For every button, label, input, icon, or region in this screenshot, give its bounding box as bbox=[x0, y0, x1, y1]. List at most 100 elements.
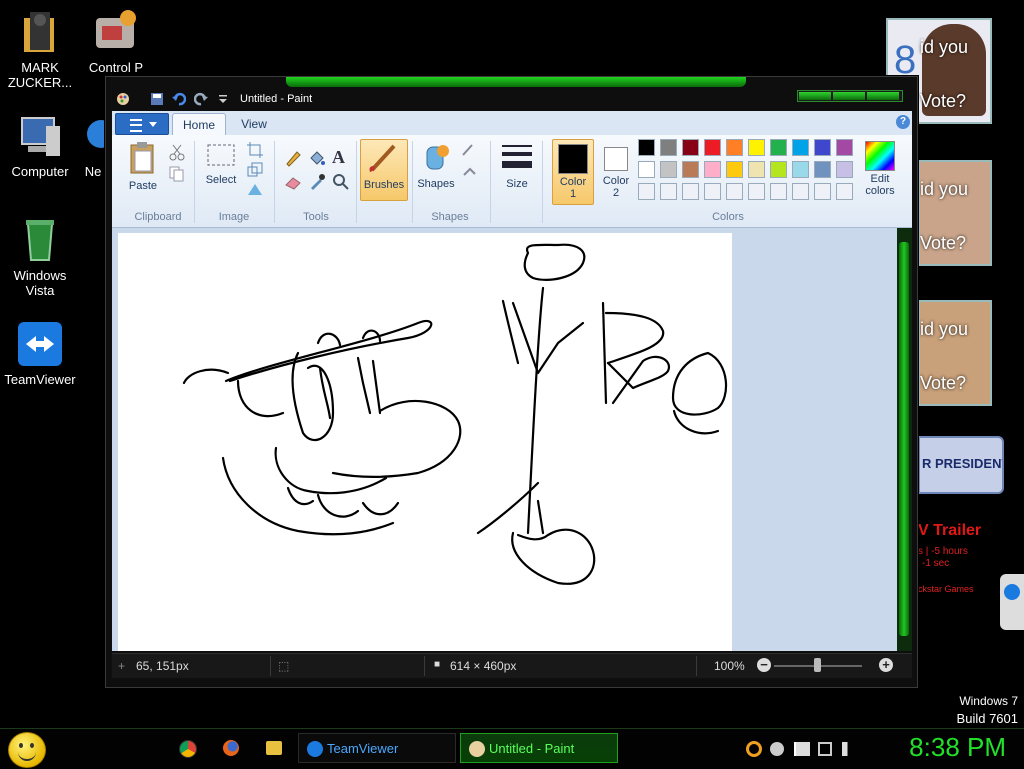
desktop-icon-network[interactable]: Ne bbox=[78, 112, 115, 179]
palette-swatch[interactable] bbox=[726, 139, 743, 156]
messenger-icon[interactable] bbox=[770, 742, 784, 756]
palette-swatch[interactable] bbox=[792, 139, 809, 156]
palette-swatch[interactable] bbox=[836, 139, 853, 156]
text-icon[interactable]: A bbox=[332, 147, 350, 167]
zoom-out-button[interactable]: − bbox=[757, 658, 771, 672]
desktop-icon-teamviewer[interactable]: TeamViewer bbox=[0, 320, 80, 387]
title-bar[interactable]: Untitled - Paint bbox=[106, 87, 917, 111]
palette-swatch-empty[interactable] bbox=[682, 183, 699, 200]
help-icon[interactable]: ? bbox=[896, 115, 910, 129]
palette-swatch-empty[interactable] bbox=[748, 183, 765, 200]
flag-icon[interactable] bbox=[794, 742, 810, 756]
desktop-icon-recycle-bin[interactable]: Windows Vista bbox=[0, 216, 80, 298]
palette-swatch[interactable] bbox=[660, 139, 677, 156]
palette-swatch-empty[interactable] bbox=[770, 183, 787, 200]
pencil-icon[interactable] bbox=[284, 149, 302, 167]
palette-swatch[interactable] bbox=[682, 139, 699, 156]
palette-swatch[interactable] bbox=[770, 161, 787, 178]
taskbar-item-paint[interactable]: Untitled - Paint bbox=[460, 733, 618, 763]
palette-swatch[interactable] bbox=[638, 139, 655, 156]
file-menu-button[interactable] bbox=[115, 113, 169, 135]
palette-swatch[interactable] bbox=[770, 139, 787, 156]
palette-swatch[interactable] bbox=[638, 161, 655, 178]
magnifier-icon[interactable] bbox=[332, 173, 350, 191]
color1-button[interactable]: Color 1 bbox=[552, 139, 594, 205]
resize-icon[interactable] bbox=[246, 161, 264, 179]
size-button[interactable]: Size bbox=[498, 141, 536, 201]
palette-swatch[interactable] bbox=[704, 161, 721, 178]
tab-home[interactable]: Home bbox=[172, 113, 226, 136]
scrollbar-thumb[interactable] bbox=[899, 242, 909, 636]
palette-swatch-empty[interactable] bbox=[836, 183, 853, 200]
shapes-button[interactable]: Shapes bbox=[416, 141, 456, 201]
start-button[interactable] bbox=[8, 732, 46, 768]
palette-swatch[interactable] bbox=[682, 161, 699, 178]
palette-swatch-empty[interactable] bbox=[726, 183, 743, 200]
firefox-icon[interactable] bbox=[223, 740, 239, 756]
palette-swatch[interactable] bbox=[660, 161, 677, 178]
select-button[interactable]: Select bbox=[200, 141, 242, 203]
search-icon[interactable] bbox=[746, 741, 762, 757]
redo-icon[interactable] bbox=[194, 92, 208, 106]
outline-icon[interactable] bbox=[460, 141, 478, 159]
color2-button[interactable]: Color 2 bbox=[596, 139, 636, 203]
palette-swatch-empty[interactable] bbox=[704, 183, 721, 200]
desktop-icon-computer[interactable]: Computer bbox=[0, 112, 80, 179]
palette-swatch[interactable] bbox=[814, 139, 831, 156]
recycle-bin-icon bbox=[16, 216, 64, 264]
fill-shape-icon[interactable] bbox=[460, 165, 478, 183]
color-picker-icon[interactable] bbox=[308, 173, 326, 191]
explorer-folder-icon[interactable] bbox=[266, 741, 282, 755]
teamviewer-icon bbox=[16, 320, 64, 368]
palette-swatch[interactable] bbox=[704, 139, 721, 156]
eraser-icon[interactable] bbox=[284, 173, 302, 191]
palette-swatch-empty[interactable] bbox=[814, 183, 831, 200]
maximize-button[interactable] bbox=[833, 92, 865, 100]
smiley-icon bbox=[19, 743, 23, 748]
crop-icon[interactable] bbox=[246, 141, 264, 159]
vote-gadget-clinton[interactable]: id you Vote? bbox=[918, 300, 992, 406]
separator bbox=[412, 141, 413, 223]
drawing-canvas[interactable] bbox=[118, 233, 732, 651]
brushes-button[interactable]: Brushes bbox=[360, 139, 408, 201]
tab-view[interactable]: View bbox=[230, 113, 278, 135]
paint-window[interactable]: Untitled - Paint Home View ? Paste Clipb… bbox=[105, 76, 918, 688]
palette-swatch-empty[interactable] bbox=[792, 183, 809, 200]
desktop-icon-mark-zucker[interactable]: MARK ZUCKER... bbox=[0, 8, 80, 90]
president-text: R PRESIDENT bbox=[922, 456, 1004, 471]
minimize-button[interactable] bbox=[799, 92, 831, 100]
palette-swatch[interactable] bbox=[726, 161, 743, 178]
teamviewer-side-tab[interactable] bbox=[1000, 574, 1024, 630]
vertical-scrollbar[interactable] bbox=[897, 228, 912, 651]
trailer-gadget[interactable]: V Trailer s | -5 hours -1 sec ckstar Gam… bbox=[918, 520, 1008, 600]
cursor-position-icon: + bbox=[118, 659, 126, 673]
taskbar-item-teamviewer[interactable]: TeamViewer bbox=[298, 733, 456, 763]
network-tray-icon[interactable] bbox=[818, 742, 832, 756]
cut-icon[interactable] bbox=[168, 143, 186, 161]
chrome-icon[interactable] bbox=[179, 740, 197, 758]
vote-gadget-mccain[interactable]: id you Vote? bbox=[918, 160, 992, 266]
volume-icon[interactable] bbox=[842, 742, 856, 756]
clock[interactable]: 8:38 PM bbox=[909, 732, 1006, 763]
palette-swatch[interactable] bbox=[748, 139, 765, 156]
save-icon[interactable] bbox=[150, 92, 164, 106]
palette-swatch-empty[interactable] bbox=[638, 183, 655, 200]
copy-icon[interactable] bbox=[168, 165, 186, 183]
fill-icon[interactable] bbox=[308, 149, 326, 167]
close-button[interactable] bbox=[867, 92, 899, 100]
teamviewer-tab-icon bbox=[1004, 584, 1020, 600]
customize-qat-icon[interactable] bbox=[216, 92, 230, 106]
zoom-in-button[interactable]: + bbox=[879, 658, 893, 672]
undo-icon[interactable] bbox=[172, 92, 186, 106]
president-gadget[interactable]: R PRESIDENT bbox=[918, 436, 1004, 494]
palette-swatch[interactable] bbox=[792, 161, 809, 178]
paste-button[interactable]: Paste bbox=[122, 141, 164, 203]
zoom-slider-handle[interactable] bbox=[814, 658, 821, 672]
palette-swatch-empty[interactable] bbox=[660, 183, 677, 200]
rotate-icon[interactable] bbox=[246, 181, 264, 199]
palette-swatch[interactable] bbox=[814, 161, 831, 178]
edit-colors-button[interactable]: Edit colors bbox=[858, 141, 902, 203]
palette-swatch[interactable] bbox=[748, 161, 765, 178]
palette-swatch[interactable] bbox=[836, 161, 853, 178]
desktop-icon-control-panel[interactable]: Control P bbox=[78, 8, 154, 75]
